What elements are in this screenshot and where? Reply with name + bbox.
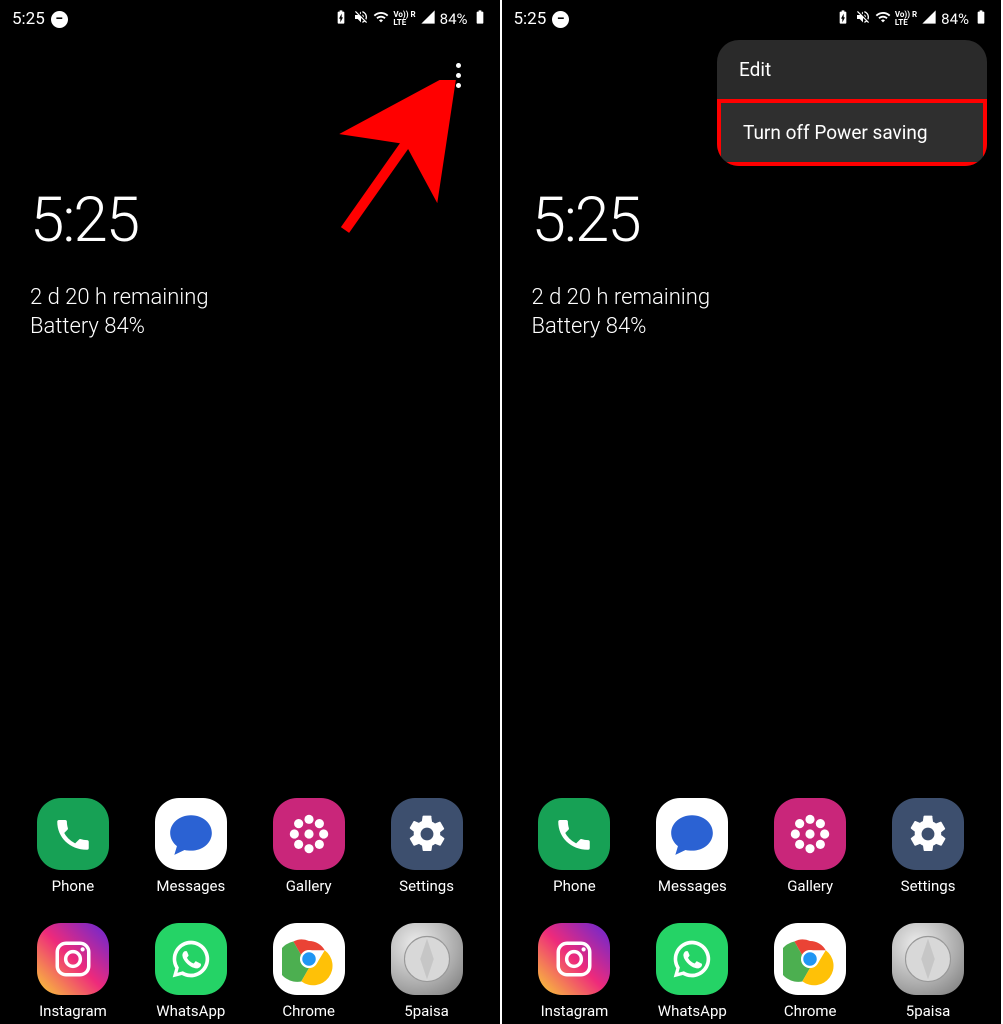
battery-icon: [472, 9, 488, 29]
app-label: Messages: [658, 877, 727, 895]
battery-percent-text: 84%: [440, 10, 468, 28]
app-label: Settings: [399, 877, 454, 895]
settings-icon: [391, 798, 463, 870]
battery-charging-icon: [333, 9, 349, 29]
wifi-icon: [373, 9, 389, 29]
battery-charging-icon: [835, 9, 851, 29]
popup-edit[interactable]: Edit: [717, 40, 987, 99]
app-instagram[interactable]: Instagram: [18, 923, 128, 1020]
app-label: Chrome: [784, 1002, 837, 1020]
instagram-icon: [538, 923, 610, 995]
battery-remaining-text: 2 d 20 h remaining: [30, 285, 470, 310]
app-chrome[interactable]: Chrome: [755, 923, 865, 1020]
status-time: 5:25: [12, 9, 45, 29]
app-phone[interactable]: Phone: [520, 798, 630, 895]
phone-screen-left: 5:25 − Vo)) RLTE 84%: [0, 0, 502, 1024]
app-label: Gallery: [286, 877, 332, 895]
settings-icon: [892, 798, 964, 870]
app-grid: Phone Messages Gallery Settings Instagra…: [502, 798, 1002, 1024]
app-grid: Phone Messages Gallery Settings Instagr: [0, 798, 500, 1024]
app-label: 5paisa: [906, 1002, 951, 1020]
phone-icon: [538, 798, 610, 870]
app-label: Settings: [901, 877, 956, 895]
5paisa-icon: [892, 923, 964, 995]
app-instagram[interactable]: Instagram: [520, 923, 630, 1020]
battery-icon: [973, 9, 989, 29]
app-gallery[interactable]: Gallery: [755, 798, 865, 895]
vibrate-mute-icon: [353, 9, 369, 29]
app-label: Gallery: [787, 877, 833, 895]
battery-remaining-text: 2 d 20 h remaining: [532, 285, 972, 310]
chrome-icon: [774, 923, 846, 995]
app-label: Chrome: [282, 1002, 335, 1020]
signal-icon: [420, 9, 436, 29]
status-bar: 5:25 − Vo)) RLTE 84%: [502, 0, 1002, 34]
overflow-popup-menu: Edit Turn off Power saving: [717, 40, 987, 166]
gallery-icon: [273, 798, 345, 870]
app-messages[interactable]: Messages: [637, 798, 747, 895]
chrome-icon: [273, 923, 345, 995]
app-messages[interactable]: Messages: [136, 798, 246, 895]
signal-icon: [921, 9, 937, 29]
battery-percent-large: Battery 84%: [30, 314, 470, 339]
dnd-icon: −: [51, 11, 68, 28]
app-label: Instagram: [39, 1002, 107, 1020]
app-5paisa[interactable]: 5paisa: [372, 923, 482, 1020]
app-gallery[interactable]: Gallery: [254, 798, 364, 895]
clock-time: 5:25: [30, 184, 470, 257]
wifi-icon: [875, 9, 891, 29]
battery-percent-large: Battery 84%: [532, 314, 972, 339]
status-time: 5:25: [514, 9, 547, 29]
app-label: 5paisa: [404, 1002, 449, 1020]
vibrate-mute-icon: [855, 9, 871, 29]
app-label: WhatsApp: [658, 1002, 727, 1020]
app-chrome[interactable]: Chrome: [254, 923, 364, 1020]
whatsapp-icon: [656, 923, 728, 995]
app-label: WhatsApp: [156, 1002, 225, 1020]
app-label: Messages: [156, 877, 225, 895]
5paisa-icon: [391, 923, 463, 995]
phone-icon: [37, 798, 109, 870]
dnd-icon: −: [552, 11, 569, 28]
status-bar: 5:25 − Vo)) RLTE 84%: [0, 0, 500, 34]
battery-percent-text: 84%: [941, 10, 969, 28]
instagram-icon: [37, 923, 109, 995]
phone-screen-right: 5:25 − Vo)) RLTE 84% Edit Turn off Po: [502, 0, 1003, 1024]
app-label: Phone: [553, 877, 596, 895]
app-whatsapp[interactable]: WhatsApp: [637, 923, 747, 1020]
app-label: Instagram: [541, 1002, 609, 1020]
app-label: Phone: [52, 877, 95, 895]
volte-icon: Vo)) RLTE: [895, 11, 917, 27]
app-settings[interactable]: Settings: [372, 798, 482, 895]
gallery-icon: [774, 798, 846, 870]
clock-widget: 5:25 2 d 20 h remaining Battery 84%: [0, 34, 500, 339]
messages-icon: [155, 798, 227, 870]
popup-turn-off-power-saving[interactable]: Turn off Power saving: [717, 99, 987, 166]
whatsapp-icon: [155, 923, 227, 995]
app-whatsapp[interactable]: WhatsApp: [136, 923, 246, 1020]
app-settings[interactable]: Settings: [873, 798, 983, 895]
app-phone[interactable]: Phone: [18, 798, 128, 895]
overflow-menu-button[interactable]: [444, 55, 474, 95]
volte-icon: Vo)) RLTE: [393, 11, 415, 27]
app-5paisa[interactable]: 5paisa: [873, 923, 983, 1020]
clock-time: 5:25: [532, 184, 972, 257]
messages-icon: [656, 798, 728, 870]
